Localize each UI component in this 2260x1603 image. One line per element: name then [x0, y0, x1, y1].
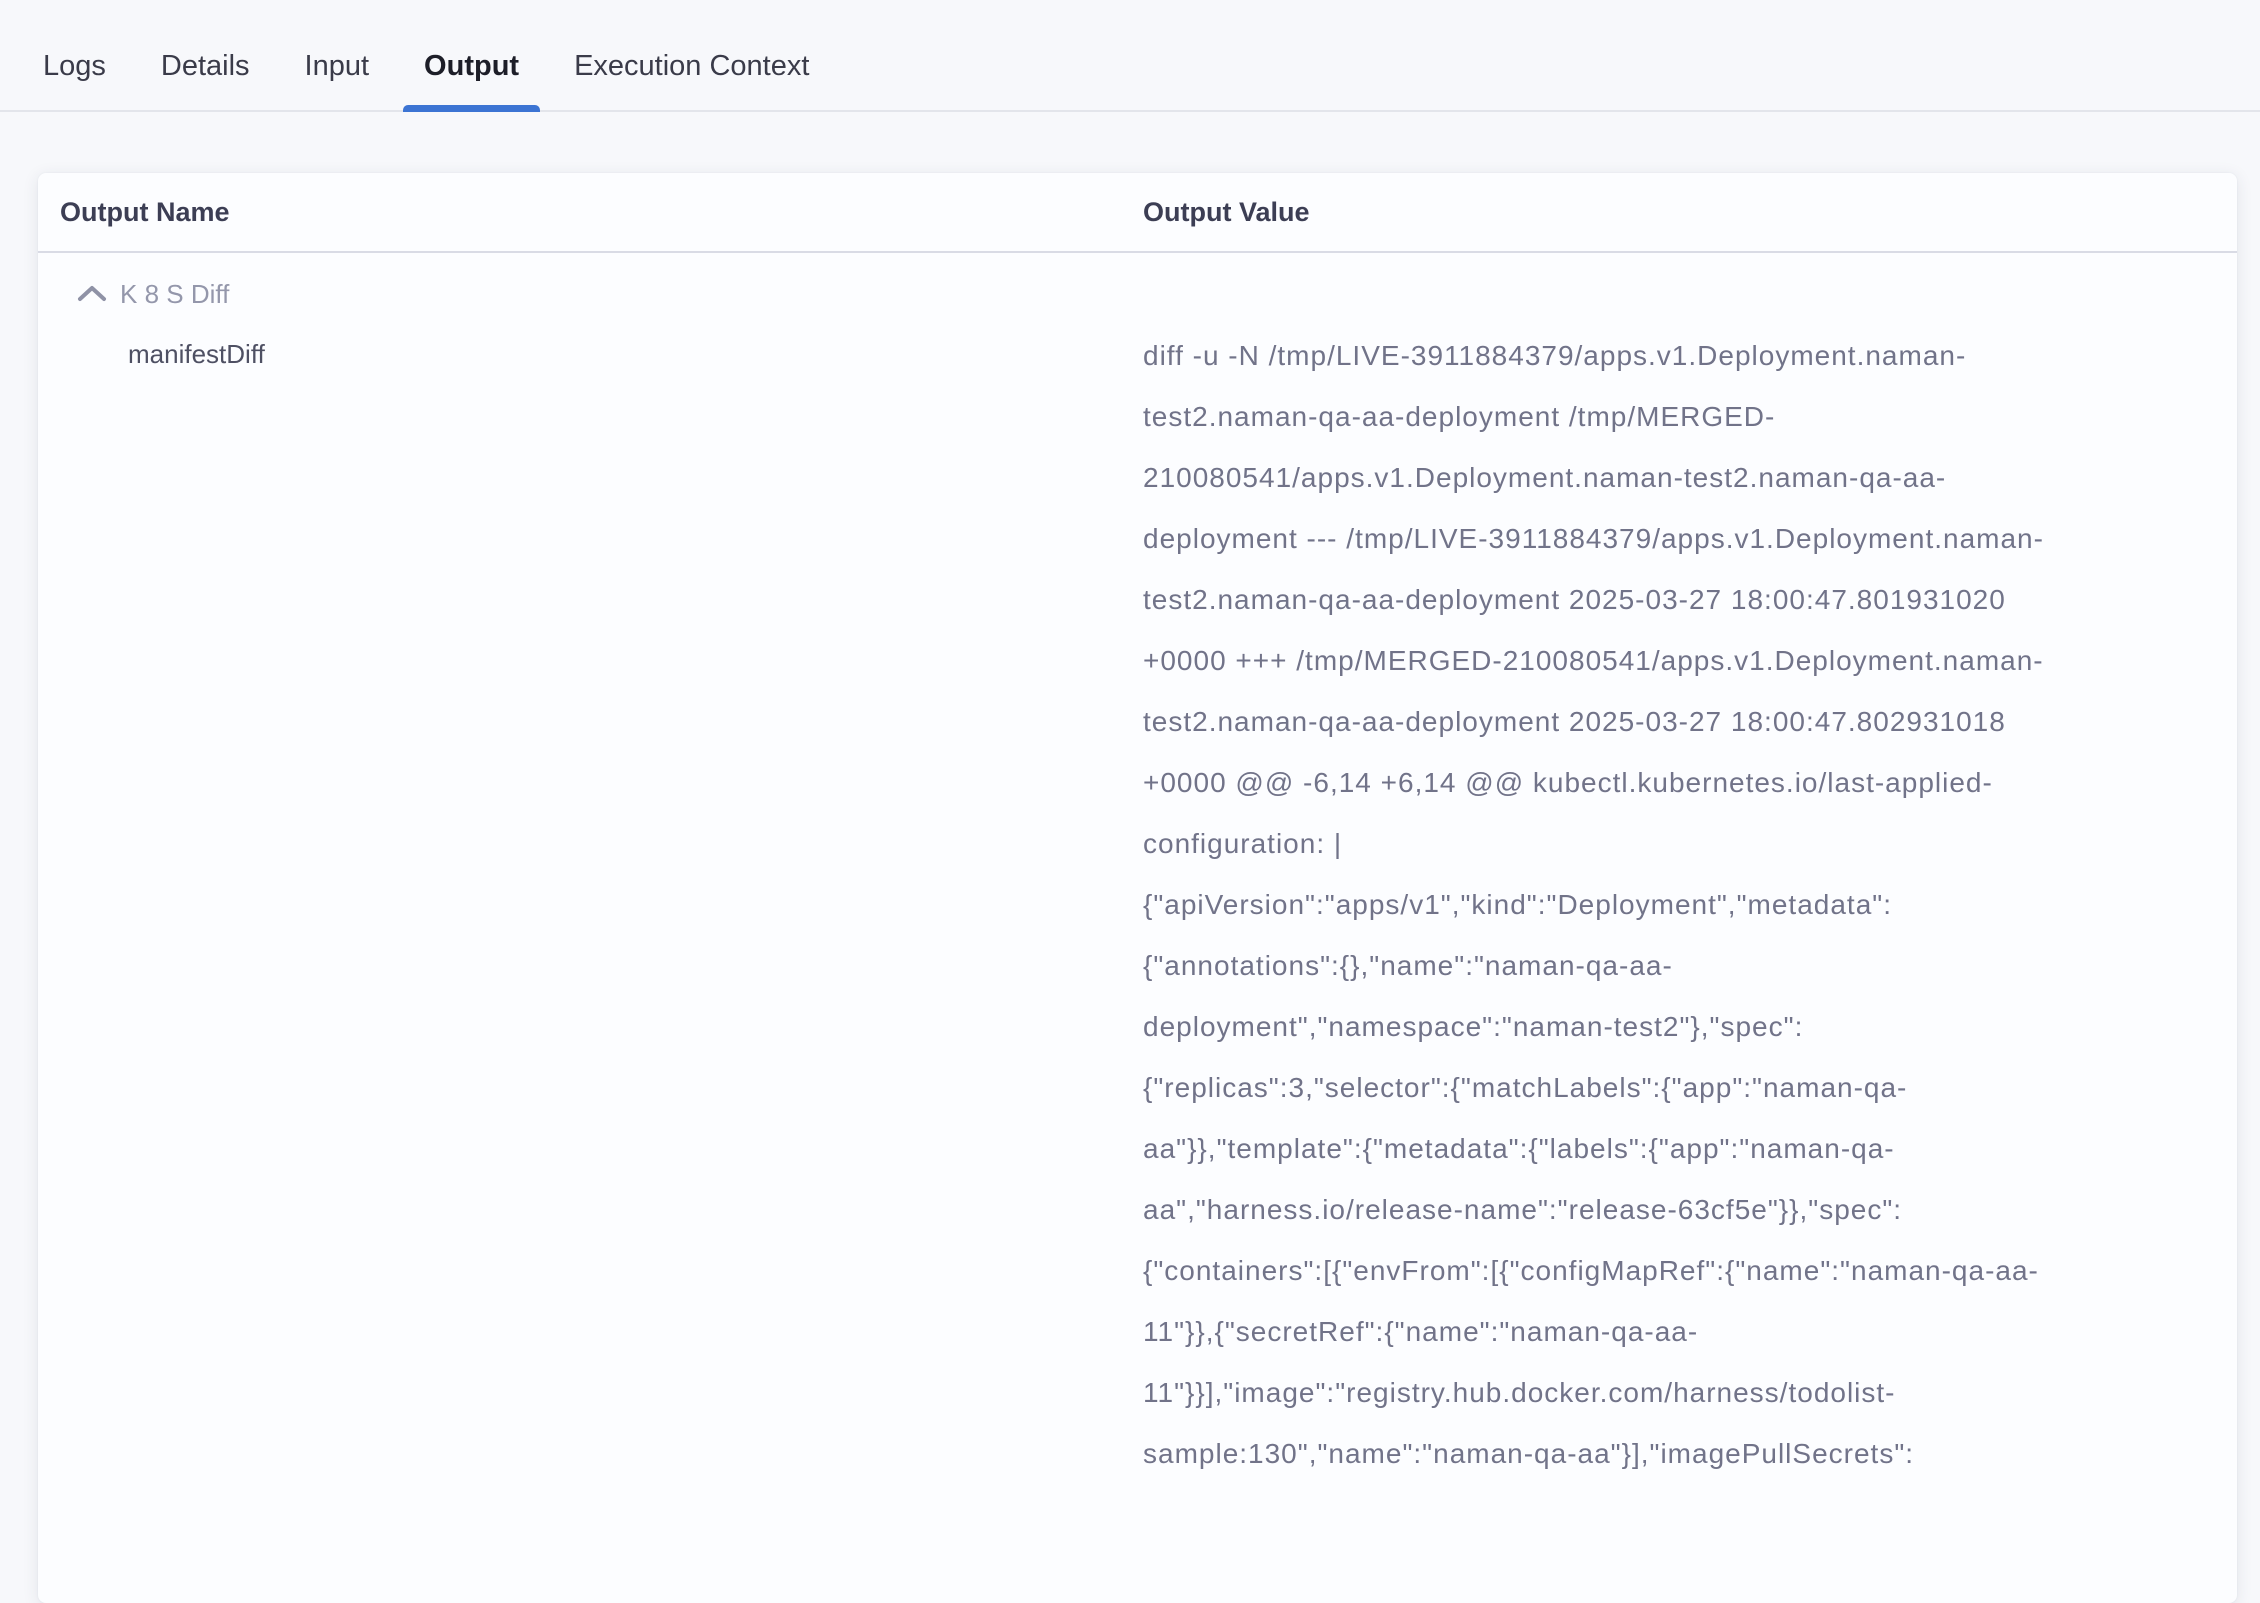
column-header-output-value: Output Value	[1143, 197, 2237, 228]
tab-execution-context[interactable]: Execution Context	[574, 50, 809, 110]
tab-output[interactable]: Output	[424, 50, 519, 110]
table-row: manifestDiff diff -u -N /tmp/LIVE-391188…	[38, 325, 2237, 1484]
column-header-output-name: Output Name	[38, 197, 1143, 228]
chevron-up-icon[interactable]	[77, 284, 107, 304]
tab-bar: Logs Details Input Output Execution Cont…	[0, 0, 2260, 112]
output-table-card: Output Name Output Value K 8 S Diff mani…	[38, 173, 2237, 1603]
tab-logs[interactable]: Logs	[43, 50, 106, 110]
tab-output-label: Output	[424, 50, 519, 82]
group-label: K 8 S Diff	[120, 279, 229, 310]
active-tab-underline	[403, 105, 540, 112]
output-name-manifestdiff: manifestDiff	[38, 325, 1143, 370]
table-header-row: Output Name Output Value	[38, 173, 2237, 253]
tab-details[interactable]: Details	[161, 50, 250, 110]
tab-input[interactable]: Input	[305, 50, 370, 110]
k8s-diff-group-row[interactable]: K 8 S Diff	[38, 265, 2237, 323]
output-value-cell: diff -u -N /tmp/LIVE-3911884379/apps.v1.…	[1143, 325, 2237, 1484]
output-value-manifestdiff: diff -u -N /tmp/LIVE-3911884379/apps.v1.…	[1143, 325, 2068, 1484]
